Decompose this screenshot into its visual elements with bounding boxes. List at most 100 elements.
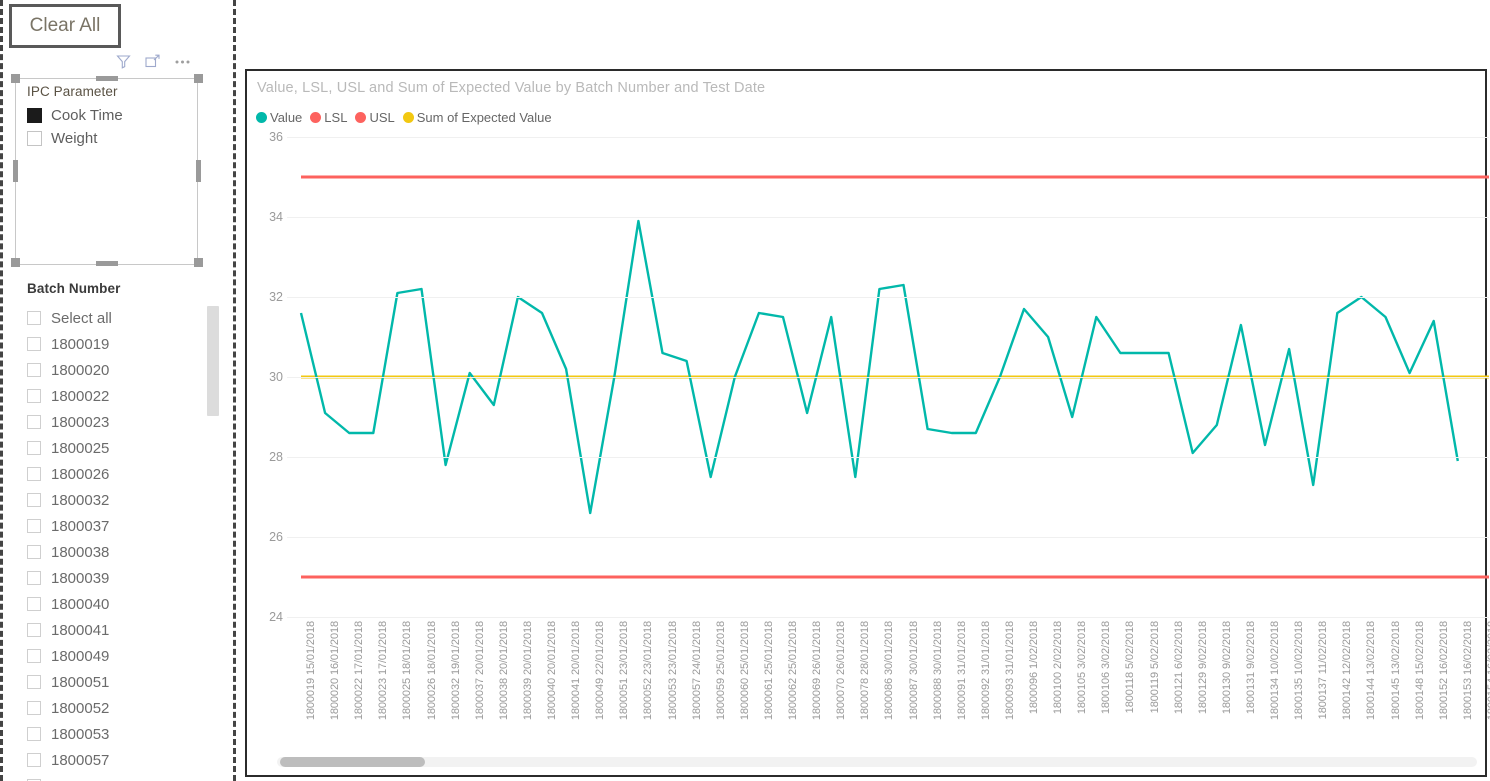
x-axis-tick-label: 1800093 31/01/2018 [1003,621,1016,721]
batch-number-list[interactable]: Select all 1800019 1800020 1800022 1800023 18… [27,305,205,781]
batch-list-item[interactable]: 1800022 [27,383,205,409]
batch-list-item[interactable]: Select all [27,305,205,331]
checkbox-batch-5[interactable] [27,441,41,455]
slicer-item-weight[interactable]: Weight [27,130,97,147]
checkbox-batch-17[interactable] [27,753,41,767]
gridline [287,457,1489,458]
chart-horizontal-scrollbar-thumb[interactable] [280,757,425,767]
batch-list-item[interactable]: 1800041 [27,617,205,643]
batch-list-item[interactable]: 1800052 [27,695,205,721]
chart-horizontal-scrollbar-track[interactable] [277,757,1477,767]
batch-list-item[interactable]: 1800019 [27,331,205,357]
checkbox-batch-4[interactable] [27,415,41,429]
x-axis-tick-label: 1800019 15/01/2018 [305,621,317,721]
y-axis-tick-label: 36 [269,130,283,144]
resize-handle-bottom-right[interactable] [194,258,203,267]
resize-handle-top-left[interactable] [11,74,20,83]
x-axis-tick-label: 1800059 25/01/2018 [714,621,727,721]
legend-label: Sum of Expected Value [416,110,552,125]
batch-list-item[interactable]: 1800025 [27,435,205,461]
checkbox-batch-16[interactable] [27,727,41,741]
checkbox-batch-0[interactable] [27,311,41,325]
checkbox-batch-14[interactable] [27,675,41,689]
ipc-parameter-slicer[interactable]: IPC Parameter Cook Time Weight [15,78,198,265]
gridline [287,217,1489,218]
batch-list-item[interactable]: 1800049 [27,643,205,669]
x-axis-tick-label: 1800023 17/01/2018 [377,621,390,721]
x-axis-tick-label: 1800049 22/01/2018 [594,621,607,721]
batch-list-item[interactable]: 1800023 [27,409,205,435]
x-axis-tick-label: 1800092 31/01/2018 [979,621,992,721]
line-chart-visual[interactable]: Value, LSL, USL and Sum of Expected Valu… [245,69,1490,777]
checkbox-batch-11[interactable] [27,597,41,611]
checkbox-batch-1[interactable] [27,337,41,351]
checkbox-batch-12[interactable] [27,623,41,637]
gridline [287,377,1489,378]
ipc-parameter-title: IPC Parameter [27,84,118,99]
batch-list-item-label: 1800040 [51,595,110,613]
filter-icon[interactable] [115,53,132,75]
clear-all-button[interactable]: Clear All [9,4,121,48]
y-axis: 24 26 28 30 32 34 36 [247,130,287,624]
checkbox-batch-13[interactable] [27,649,41,663]
x-axis-tick-label: 1800032 19/01/2018 [449,621,462,721]
batch-list-item[interactable]: 1800059 [27,773,205,781]
batch-list-item[interactable]: 1800032 [27,487,205,513]
slicer-item-cook-time[interactable]: Cook Time [27,107,123,124]
x-axis-tick-label: 1800119 5/02/2018 [1148,621,1161,714]
x-axis-tick-label: 1800088 30/01/2018 [931,621,944,721]
more-options-icon[interactable] [173,53,192,75]
checkbox-batch-2[interactable] [27,363,41,377]
resize-handle-top-center[interactable] [96,76,118,81]
checkbox-weight[interactable] [27,131,42,146]
legend-item-sum-of-expected-value[interactable]: Sum of Expected Value [402,110,552,125]
batch-list-item[interactable]: 1800039 [27,565,205,591]
batch-list-item-label: 1800039 [51,569,110,587]
batch-list-item-label: Select all [51,309,112,327]
legend-item-lsl[interactable]: LSL [310,110,347,125]
resize-handle-bottom-left[interactable] [11,258,20,267]
checkbox-batch-6[interactable] [27,467,41,481]
batch-list-item[interactable]: 1800037 [27,513,205,539]
checkbox-cook-time[interactable] [27,108,42,123]
batch-list-item[interactable]: 1800053 [27,721,205,747]
batch-list-item[interactable]: 1800020 [27,357,205,383]
legend-item-value[interactable]: Value [256,110,302,125]
batch-list-item[interactable]: 1800038 [27,539,205,565]
resize-handle-bottom-center[interactable] [96,261,118,266]
x-axis-tick-label: 1800106 3/02/2018 [1100,621,1113,715]
checkbox-batch-7[interactable] [27,493,41,507]
checkbox-batch-8[interactable] [27,519,41,533]
checkbox-batch-9[interactable] [27,545,41,559]
x-axis-tick-label: 1800131 9/02/2018 [1244,621,1257,715]
legend-label: USL [369,110,395,125]
focus-mode-icon[interactable] [144,53,161,75]
x-axis-tick-label: 1800053 23/01/2018 [666,621,679,721]
x-axis-tick-label: 1800105 3/02/2018 [1076,621,1089,715]
x-axis-tick-label: 1800144 13/02/2018 [1365,621,1378,721]
batch-number-slicer[interactable]: Batch Number Select all 1800019 1800020 180… [15,281,219,781]
resize-handle-middle-left[interactable] [13,160,18,182]
checkbox-batch-15[interactable] [27,701,41,715]
gridline [287,537,1489,538]
legend-swatch-icon [402,112,414,123]
x-axis-tick-label: 1800091 31/01/2018 [955,621,968,721]
resize-handle-middle-right[interactable] [196,160,201,182]
batch-list-item[interactable]: 1800051 [27,669,205,695]
batch-list-item[interactable]: 1800026 [27,461,205,487]
checkbox-batch-10[interactable] [27,571,41,585]
batch-list-scrollbar-thumb[interactable] [207,306,219,416]
legend-item-usl[interactable]: USL [355,110,395,125]
y-axis-tick-label: 26 [269,530,283,544]
checkbox-batch-3[interactable] [27,389,41,403]
batch-list-item-label: 1800041 [51,621,110,639]
x-axis-tick-label: 1800118 5/02/2018 [1124,621,1137,714]
batch-list-item[interactable]: 1800057 [27,747,205,773]
batch-list-item[interactable]: 1800040 [27,591,205,617]
batch-list-item-label: 1800038 [51,543,110,561]
x-axis-tick-label: 1800137 11/02/2018 [1317,621,1330,720]
plot-canvas [287,137,1489,618]
resize-handle-top-right[interactable] [194,74,203,83]
x-axis-tick-label: 1800052 23/01/2018 [642,621,655,721]
x-axis-tick-label: 1800051 23/01/2018 [618,621,631,721]
